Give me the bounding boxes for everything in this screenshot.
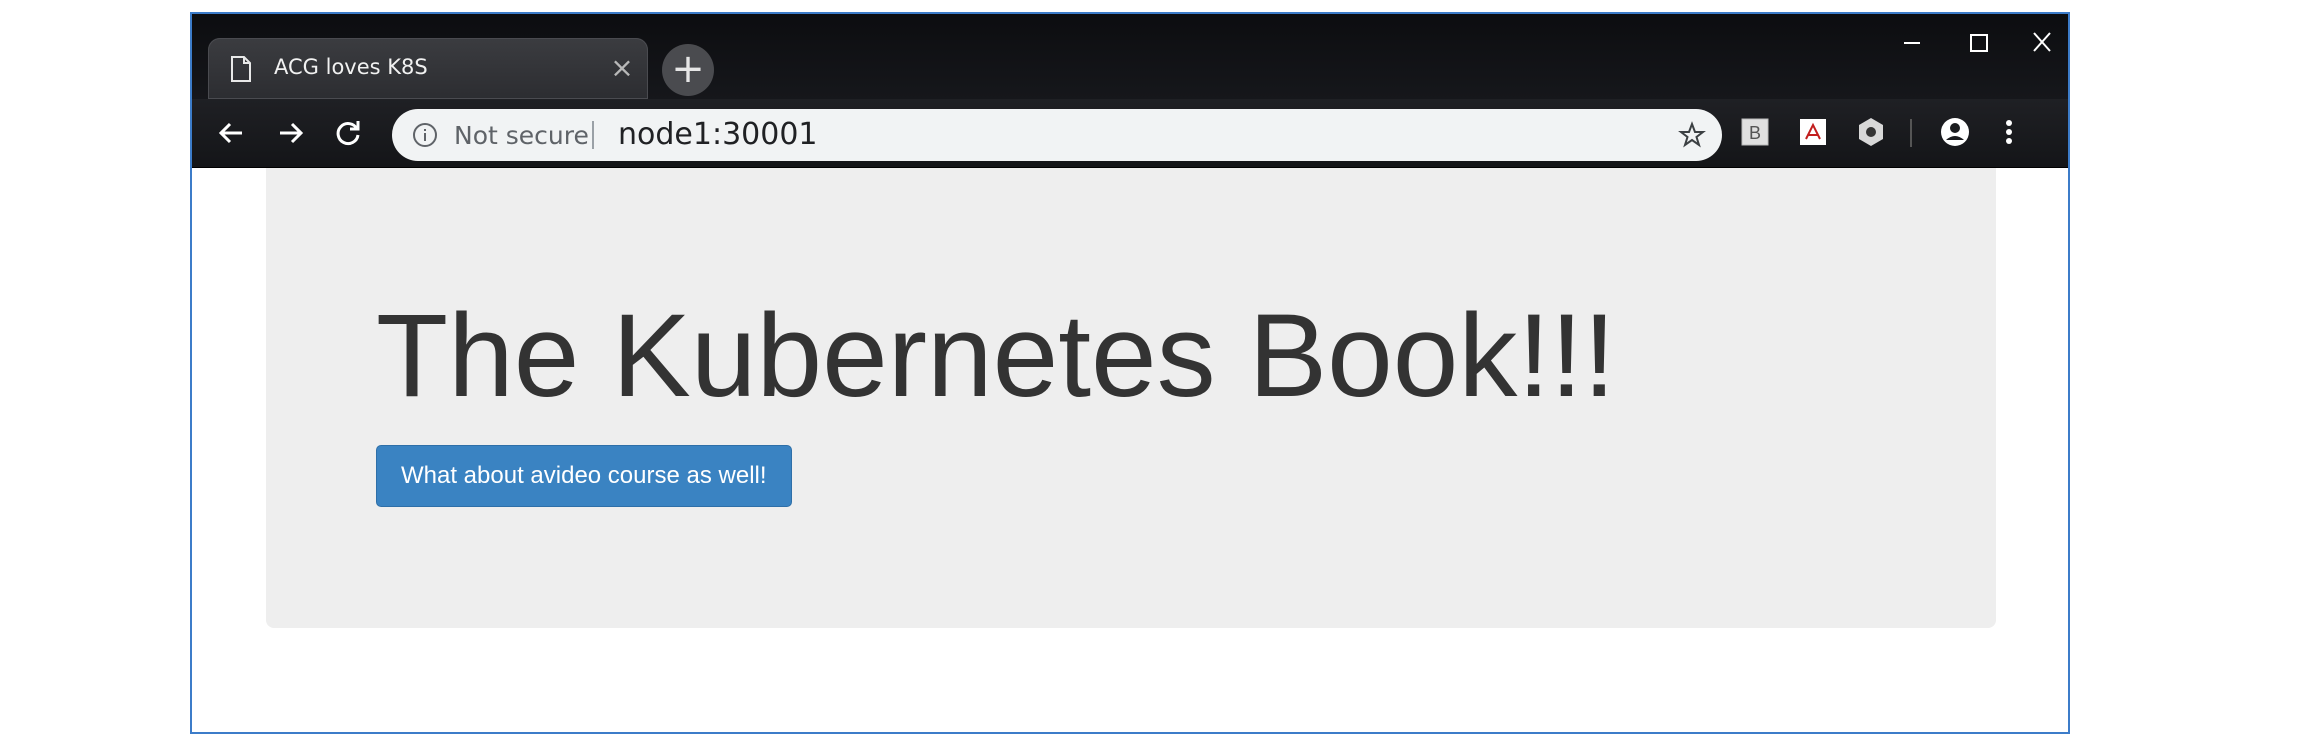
minimize-icon[interactable] (1892, 28, 1932, 58)
security-label[interactable]: Not secure (454, 121, 589, 150)
account-circle-icon[interactable] (1938, 115, 1972, 149)
browser-window: ACG loves K8S × + Not secure node1:30001… (190, 12, 2070, 734)
reload-icon[interactable] (330, 115, 366, 151)
close-icon[interactable] (2022, 28, 2062, 58)
jumbotron: The Kubernetes Book!!! What about avideo… (266, 168, 1996, 628)
page-icon (231, 56, 251, 82)
page-content: The Kubernetes Book!!! What about avideo… (192, 168, 2068, 732)
toolbar-divider (1910, 119, 1912, 147)
forward-arrow-icon[interactable] (272, 115, 308, 151)
bookmark-star-icon[interactable] (1678, 121, 1706, 149)
bootstrap-extension-icon[interactable]: B (1738, 115, 1772, 149)
vertical-dots-icon[interactable] (1992, 115, 2026, 149)
pdf-extension-icon[interactable] (1796, 115, 1830, 149)
url-text[interactable]: node1:30001 (618, 117, 818, 152)
video-course-button[interactable]: What about avideo course as well! (376, 445, 792, 507)
address-bar[interactable]: Not secure node1:30001 (392, 109, 1722, 161)
back-arrow-icon[interactable] (214, 115, 250, 151)
svg-text:B: B (1749, 123, 1761, 143)
tab-close-icon[interactable]: × (610, 54, 634, 82)
browser-toolbar: Not secure node1:30001 B (192, 99, 2068, 168)
page-heading: The Kubernetes Book!!! (376, 290, 1616, 422)
maximize-icon[interactable] (1958, 28, 1998, 58)
tab-title: ACG loves K8S (274, 55, 428, 79)
browser-tab[interactable]: ACG loves K8S × (208, 38, 648, 99)
new-tab-button[interactable]: + (662, 44, 714, 96)
title-bar: ACG loves K8S × + (192, 14, 2068, 99)
settings-extension-icon[interactable] (1854, 115, 1888, 149)
address-divider (592, 121, 594, 149)
info-icon[interactable] (412, 122, 438, 148)
